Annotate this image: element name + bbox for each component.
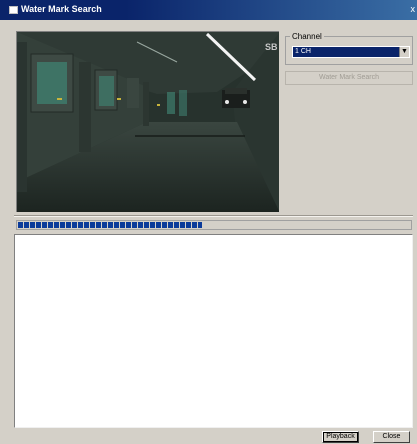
playback-button[interactable]: Playback [322, 431, 359, 443]
video-frame: SB [17, 32, 279, 212]
video-preview: SB [16, 31, 279, 212]
water-mark-search-button[interactable]: Water Mark Search [285, 71, 413, 85]
title-bar[interactable]: Water Mark Search x [0, 0, 417, 20]
divider [14, 215, 413, 217]
water-mark-search-window: Water Mark Search x SB Channel 1 CH ▼ Wa… [0, 0, 417, 444]
results-list[interactable] [14, 234, 413, 428]
channel-selected-value: 1 CH [295, 48, 311, 55]
window-title: Water Mark Search [21, 4, 102, 14]
progress-fill [18, 222, 202, 228]
close-button[interactable]: Close [373, 431, 410, 443]
chevron-down-icon[interactable]: ▼ [399, 47, 409, 57]
search-progress-bar [16, 220, 412, 230]
video-overlay-text: SB [265, 42, 278, 52]
channel-select[interactable]: 1 CH ▼ [292, 46, 410, 58]
close-icon[interactable]: x [411, 4, 416, 14]
channel-label: Channel [290, 32, 324, 41]
window-icon [9, 6, 18, 14]
